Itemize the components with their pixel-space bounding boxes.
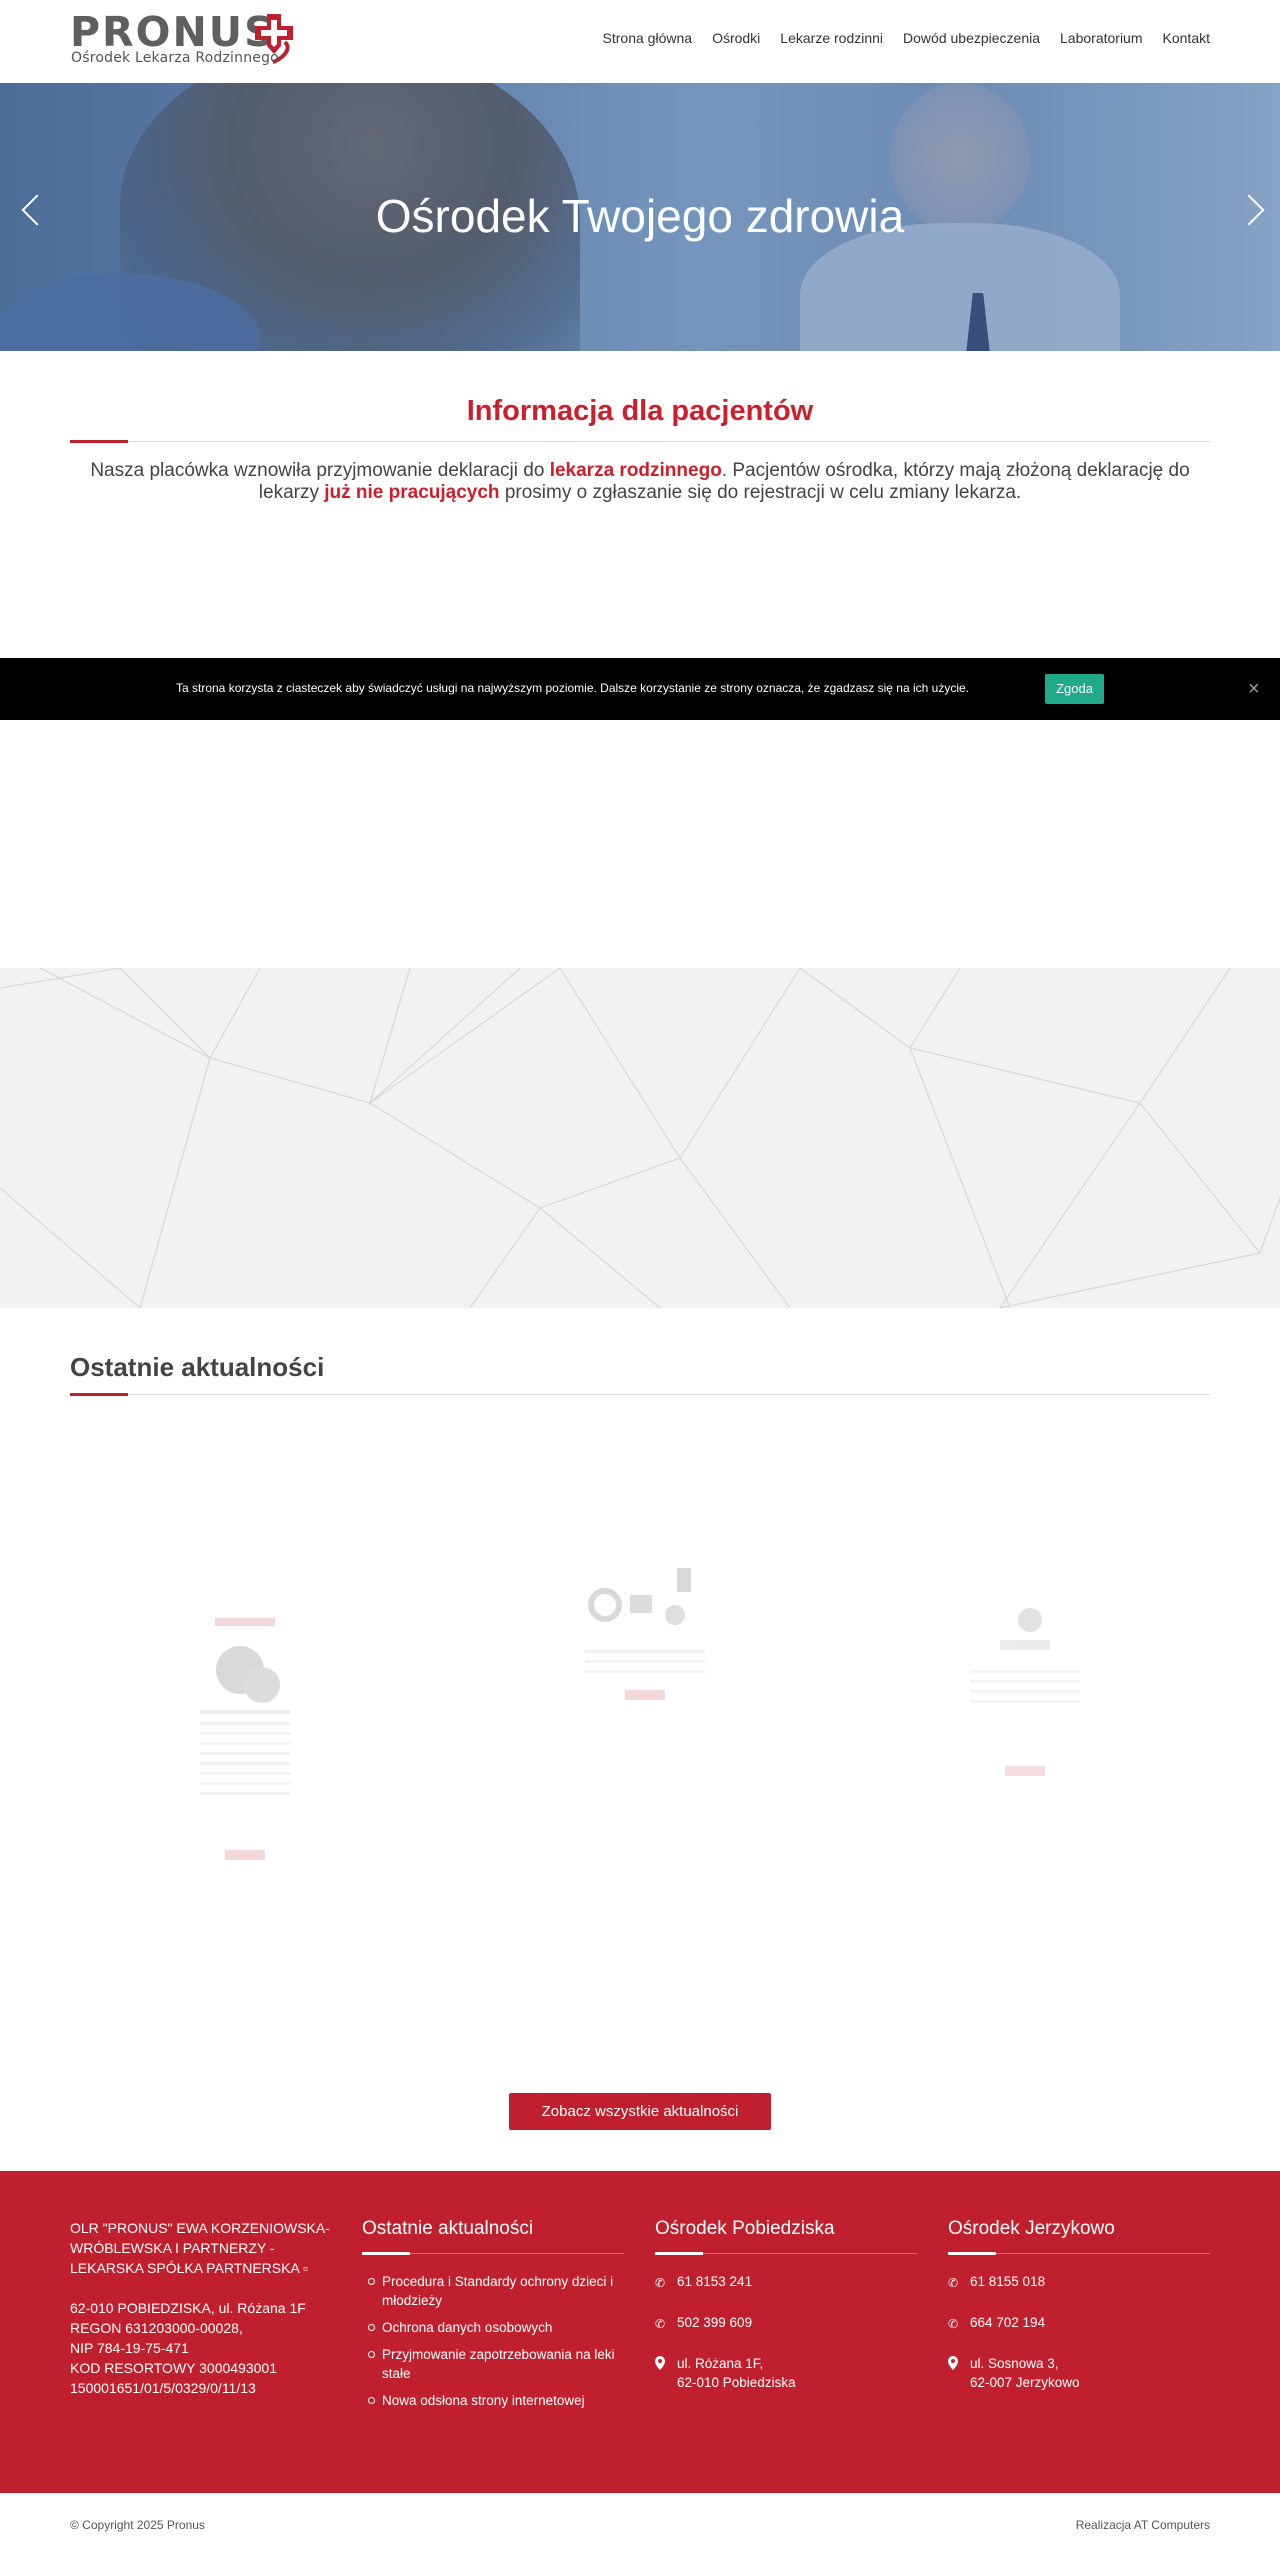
footer-news-title: Ostatnie aktualności — [362, 2218, 534, 2239]
close-icon[interactable]: × — [1248, 678, 1260, 701]
patient-info-title: Informacja dla pacjentów — [466, 395, 814, 427]
address-street: ul. Różana 1F, — [677, 2356, 764, 2371]
credit-link[interactable]: Realizacja AT Computers — [1076, 2518, 1210, 2532]
family-doctor-link[interactable]: lekarza rodzinnego — [550, 460, 722, 481]
site-header: PRONUS Ośrodek Lekarza Rodzinnego Strona… — [0, 0, 1280, 83]
hero-slider: Ośrodek Twojego zdrowia — [0, 83, 1280, 351]
section-divider — [70, 440, 1210, 443]
footer-divider — [362, 2252, 624, 2255]
address-city: 62-007 Jerzykowo — [970, 2375, 1080, 2390]
phone-number: 664 702 194 — [970, 2315, 1046, 2330]
cookie-accept-button[interactable]: Zgoda — [1045, 674, 1104, 704]
patient-info-text: Nasza placówka wznowiła przyjmowanie dek… — [70, 460, 1210, 504]
address-street: ul. Sosnowa 3, — [970, 2356, 1059, 2371]
section-divider — [70, 1393, 1210, 1396]
footer-news-link[interactable]: Nowa odsłona strony internetowej — [382, 2393, 585, 2408]
site-logo[interactable]: PRONUS Ośrodek Lekarza Rodzinnego — [70, 8, 310, 70]
decorative-pattern — [0, 967, 1280, 1309]
company-registry-number: 150001651/01/5/0329/0/11/13 — [70, 2380, 256, 2396]
nav-item-centers[interactable]: Ośrodki — [712, 30, 760, 46]
site-footer: OLR "PRONUS" EWA KORZENIOWSKA-WRÓBLEWSKA… — [0, 2171, 1280, 2493]
nav-item-home[interactable]: Strona główna — [603, 30, 693, 46]
footer-divider — [655, 2252, 917, 2255]
jerzykowo-address: ul. Sosnowa 3, 62-007 Jerzykowo — [948, 2354, 1210, 2392]
map-pin-icon — [948, 2356, 960, 2370]
info-highlight: już nie pracujących — [324, 482, 500, 503]
company-address: 62-010 POBIEDZISKA, ul. Różana 1F — [70, 2300, 306, 2316]
phone-number: 61 8153 241 — [677, 2274, 753, 2289]
jerzykowo-phone-1[interactable]: ✆ 61 8155 018 — [948, 2272, 1210, 2291]
phone-icon: ✆ — [655, 2317, 666, 2331]
cookie-text: Ta strona korzysta z ciasteczek aby świa… — [176, 681, 969, 695]
info-text-part: Nasza placówka wznowiła przyjmowanie dek… — [90, 460, 550, 481]
news-card-image[interactable] — [575, 1560, 715, 1750]
footer-news-link[interactable]: Przyjmowanie zapotrzebowania na leki sta… — [382, 2347, 615, 2381]
cookie-bar: Ta strona korzysta z ciasteczek aby świa… — [0, 658, 1280, 720]
phone-number: 502 399 609 — [677, 2315, 753, 2330]
company-regon: REGON 631203000-00028, — [70, 2320, 243, 2336]
news-card-image[interactable] — [960, 1590, 1090, 1790]
footer-company-info: OLR "PRONUS" EWA KORZENIOWSKA-WRÓBLEWSKA… — [70, 2218, 330, 2398]
company-nip: NIP 784-19-75-471 — [70, 2340, 189, 2356]
news-section-title: Ostatnie aktualności — [70, 1352, 325, 1382]
pobiedziska-address: ul. Różana 1F, 62-010 Pobiedziska — [655, 2354, 917, 2392]
footer-pobiedziska: Ośrodek Pobiedziska ✆ 61 8153 241 ✆ 502 … — [655, 2219, 917, 2392]
news-card-image[interactable] — [180, 1610, 310, 1870]
footer-news-link[interactable]: Procedura i Standardy ochrony dzieci i m… — [382, 2274, 613, 2308]
footer-divider — [948, 2252, 1210, 2255]
footer-news-item[interactable]: Ochrona danych osobowych — [362, 2318, 624, 2337]
main-nav: Strona główna Ośrodki Lekarze rodzinni D… — [603, 30, 1210, 46]
footer-news-item[interactable]: Nowa odsłona strony internetowej — [362, 2391, 624, 2410]
company-name: OLR "PRONUS" EWA KORZENIOWSKA-WRÓBLEWSKA… — [70, 2220, 330, 2276]
polygon-pattern — [0, 967, 1280, 1309]
nav-item-doctors[interactable]: Lekarze rodzinni — [780, 30, 883, 46]
logo-tagline: Ośrodek Lekarza Rodzinnego — [71, 50, 279, 66]
address-city: 62-010 Pobiedziska — [677, 2375, 796, 2390]
pobiedziska-phone-2[interactable]: ✆ 502 399 609 — [655, 2313, 917, 2332]
footer-news-item[interactable]: Przyjmowanie zapotrzebowania na leki sta… — [362, 2345, 624, 2383]
pobiedziska-phone-1[interactable]: ✆ 61 8153 241 — [655, 2272, 917, 2291]
all-news-button[interactable]: Zobacz wszystkie aktualności — [509, 2093, 771, 2130]
jerzykowo-title: Ośrodek Jerzykowo — [948, 2218, 1115, 2239]
pobiedziska-title: Ośrodek Pobiedziska — [655, 2218, 835, 2239]
footer-news-item[interactable]: Procedura i Standardy ochrony dzieci i m… — [362, 2272, 624, 2310]
nav-item-insurance[interactable]: Dowód ubezpieczenia — [903, 30, 1040, 46]
nav-item-contact[interactable]: Kontakt — [1163, 30, 1210, 46]
phone-icon: ✆ — [655, 2276, 666, 2290]
logo-wordmark: PRONUS — [70, 8, 276, 56]
info-text-part: prosimy o zgłaszanie się do rejestracji … — [499, 482, 1022, 503]
footer-news-link[interactable]: Ochrona danych osobowych — [382, 2320, 552, 2335]
jerzykowo-phone-2[interactable]: ✆ 664 702 194 — [948, 2313, 1210, 2332]
copyright-text: © Copyright 2025 Pronus — [70, 2518, 205, 2532]
footer-news-list: Procedura i Standardy ochrony dzieci i m… — [362, 2272, 624, 2410]
hero-title: Ośrodek Twojego zdrowia — [375, 190, 905, 242]
map-pin-icon — [655, 2356, 667, 2370]
bottom-bar: © Copyright 2025 Pronus Realizacja AT Co… — [0, 2493, 1280, 2557]
phone-number: 61 8155 018 — [970, 2274, 1046, 2289]
phone-icon: ✆ — [948, 2317, 959, 2331]
nav-item-laboratory[interactable]: Laboratorium — [1060, 30, 1143, 46]
phone-icon: ✆ — [948, 2276, 959, 2290]
footer-latest-news: Ostatnie aktualności Procedura i Standar… — [362, 2219, 624, 2418]
company-code: KOD RESORTOWY 3000493001 — [70, 2360, 277, 2376]
footer-jerzykowo: Ośrodek Jerzykowo ✆ 61 8155 018 ✆ 664 70… — [948, 2219, 1210, 2392]
